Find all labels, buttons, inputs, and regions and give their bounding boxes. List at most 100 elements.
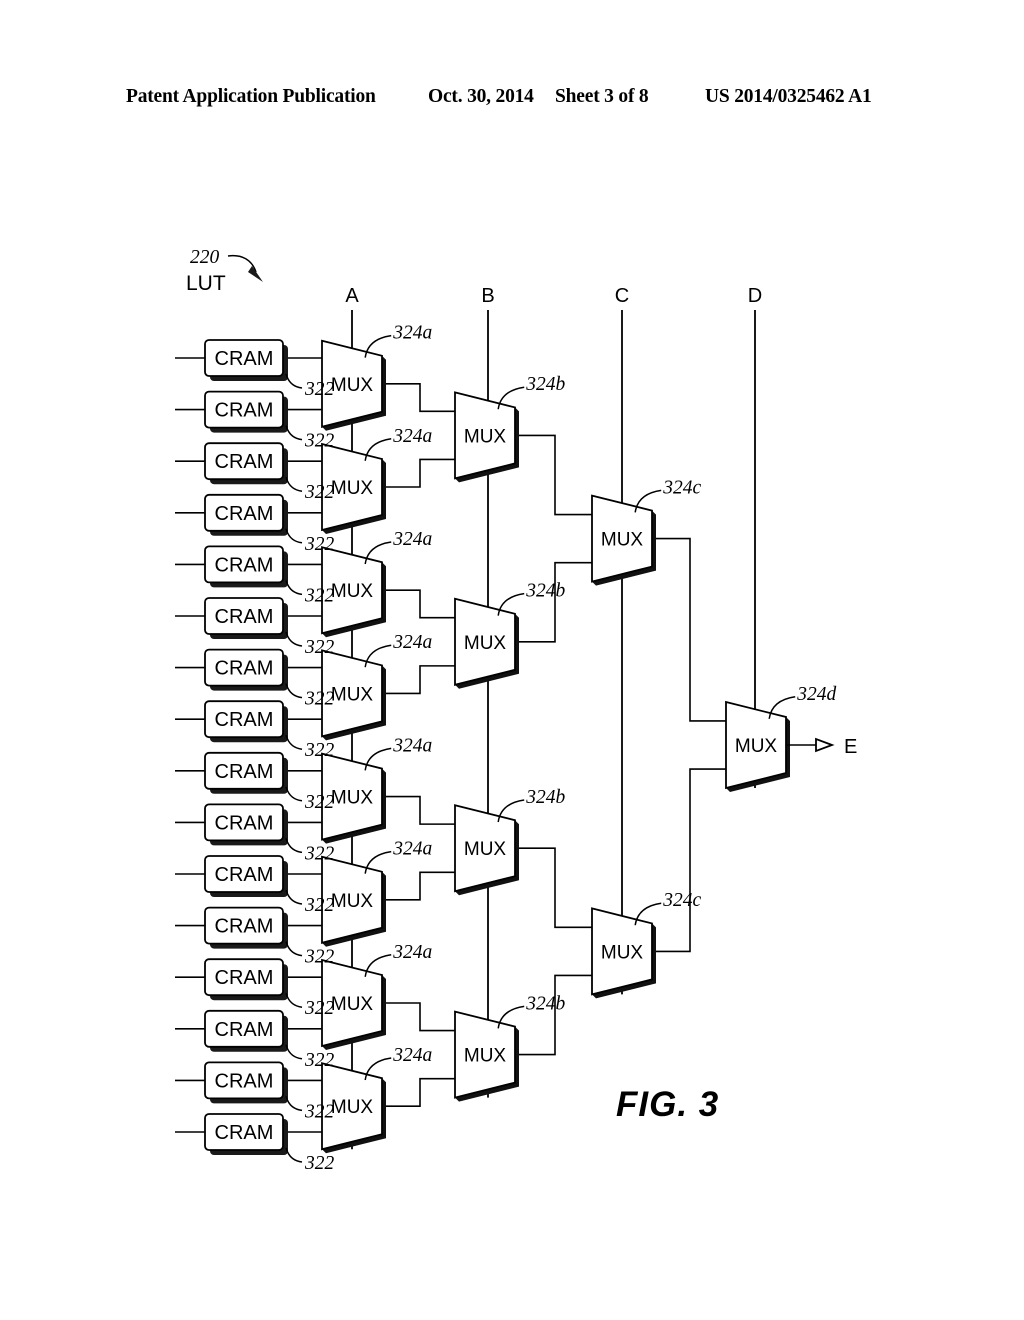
mux-label: MUX [331,788,374,809]
select-line-label-a: A [345,285,359,307]
cram-ref-leader [285,425,303,441]
inter-stage-wire [382,795,455,825]
inter-stage-wire [652,537,726,722]
lut-callout: 220 LUT [186,247,263,295]
cram-ref-leader [285,992,303,1008]
cram-cell-label: CRAM [215,348,274,370]
mux-label: MUX [331,478,374,499]
cram-ref-label: 322 [304,740,335,761]
inter-stage-wire [382,871,455,901]
cram-cell: CRAM [204,648,288,691]
output-label: E [844,736,857,758]
mux-324d-label: 324d [796,684,836,705]
inter-stage-wire [515,561,592,643]
lut-circuit-diagram: 220LUT ABCD CRAMCRAMCRAMCRAMCRAMCRAMCRAM… [175,247,857,1174]
mux-324a-label: 324a [392,426,432,447]
cram-cell-label: CRAM [215,1019,274,1041]
cram-ref-label: 322 [304,585,335,606]
cram-cell-label: CRAM [215,606,274,628]
mux-324c-label: 324c [662,477,701,498]
select-line-label-b: B [481,285,494,307]
cram-ref-label: 322 [304,1101,335,1122]
cram-ref-leader [285,631,303,647]
mux-label: MUX [601,942,644,963]
cram-ref-leader [285,1147,303,1163]
cram-cell-label: CRAM [215,503,274,525]
cram-ref-leader [285,528,303,544]
mux-label: MUX [331,1097,374,1118]
mux-label: MUX [331,375,374,396]
select-line-label-c: C [615,285,629,307]
cram-cell-label: CRAM [215,1070,274,1092]
inter-stage-wire [382,589,455,619]
mux-block: MUX [454,391,519,483]
cram-ref-leader [285,889,303,905]
cram-cell-label: CRAM [215,967,274,989]
cram-cell: CRAM [204,906,288,949]
inter-stage-wire [515,434,592,516]
mux-label: MUX [464,839,507,860]
mux-324b-label: 324b [525,787,565,808]
cram-ref-label: 322 [304,843,335,864]
mux-324a-label: 324a [392,529,432,550]
mux-label: MUX [735,736,778,757]
mux-label: MUX [464,426,507,447]
mux-324a-label: 324a [392,323,432,344]
cram-ref-leader [285,734,303,750]
cram-cell-label: CRAM [215,761,274,783]
cram-cell: CRAM [204,1061,288,1104]
patent-figure-page: Patent Application Publication Oct. 30, … [0,0,1024,1320]
mux-324b-label: 324b [525,581,565,602]
cram-ref-leader [285,683,303,699]
mux-324a-label: 324a [392,632,432,653]
lut-ref-label: 220 [190,247,220,268]
cram-ref-label: 322 [304,689,335,710]
mux-block: MUX [454,1010,519,1102]
cram-cell: CRAM [204,855,288,897]
inter-stage-wire [515,847,592,929]
cram-cell: CRAM [204,545,288,588]
mux-block: MUX [591,494,656,586]
cram-cell: CRAM [204,442,288,485]
cram-ref-label: 322 [304,1153,335,1174]
cram-ref-label: 322 [304,482,335,503]
mux-block: MUX [591,907,656,999]
mux-block: MUX [454,804,519,896]
cram-cells-group: CRAM CRAM CRAM CRAM CRAM CRAM CRAM CRAM CRAM CRAM… [204,339,288,1155]
inter-stage-wire [382,1002,455,1032]
cram-cell-label: CRAM [215,864,274,886]
inter-stage-wire [382,458,455,488]
mux-label: MUX [601,530,644,551]
cram-cell: CRAM [204,958,288,1001]
inter-stage-wire [382,383,455,413]
figure-caption: FIG. 3 [616,1085,720,1124]
mux-label: MUX [331,581,374,602]
inter-stage-wire [382,665,455,695]
cram-ref-label: 322 [304,895,335,916]
mux-label: MUX [331,684,374,705]
inter-stage-wire [652,768,726,953]
inter-stage-wire [382,1077,455,1107]
cram-ref-label: 322 [304,431,335,452]
cram-cell: CRAM [204,1113,288,1155]
cram-ref-leader [285,1044,303,1060]
cram-cell-label: CRAM [215,400,274,422]
cram-cell: CRAM [204,751,288,794]
cram-cell: CRAM [204,493,288,536]
cram-cell-label: CRAM [215,658,274,680]
cram-cell-label: CRAM [215,554,274,576]
cram-ref-leader [285,1096,303,1112]
mux-group: MUX MUX MUX MUX MUX MUX MUX MUX MUX MUX MUX MUX MUX M… [321,339,790,1154]
mux-324c-label: 324c [662,890,701,911]
mux-block: MUX [454,597,519,689]
cram-cell: CRAM [204,597,288,639]
cram-ref-leader [285,476,303,492]
select-lines-group: A B C D [345,285,762,1150]
mux-label: MUX [331,891,374,912]
lut-block-label: LUT [186,272,226,295]
mux-block: MUX [725,700,790,792]
cram-ref-label: 322 [304,792,335,813]
cram-ref-leader [285,941,303,957]
mux-324b-label: 324b [525,374,565,395]
cram-cell: CRAM [204,700,288,743]
